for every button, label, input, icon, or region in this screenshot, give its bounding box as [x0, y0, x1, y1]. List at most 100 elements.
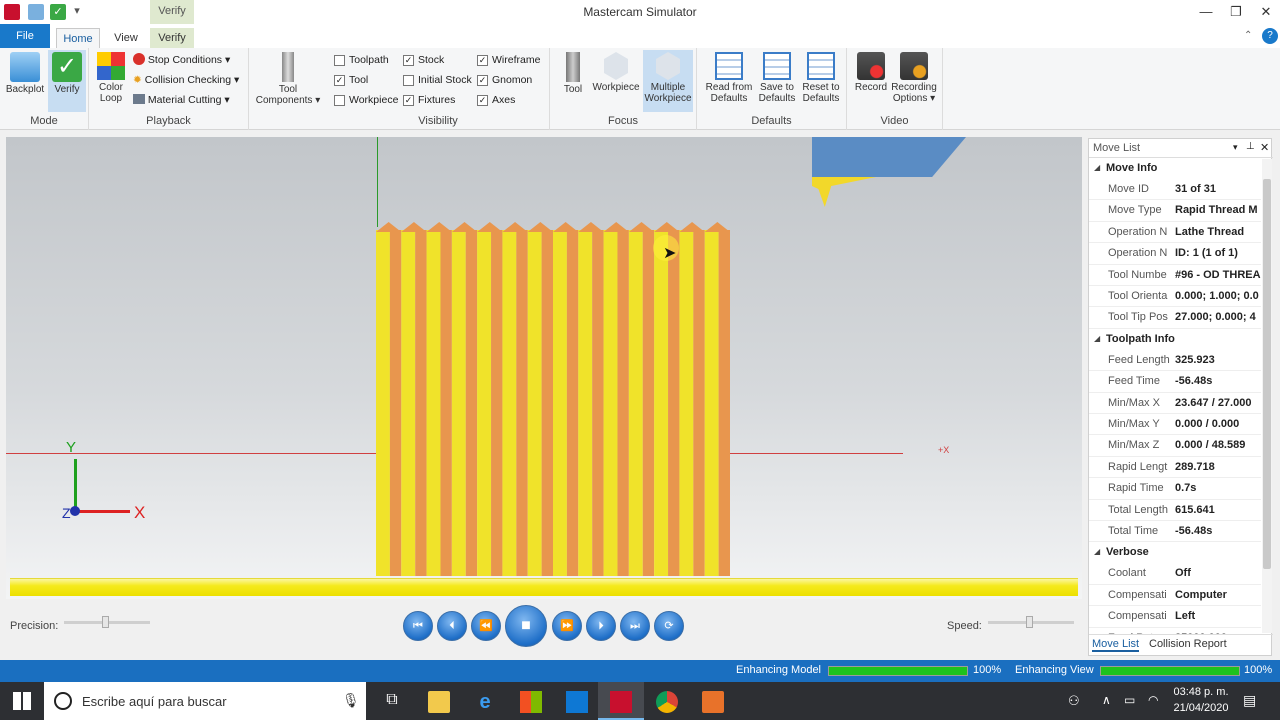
property-value: #96 - OD THREA — [1175, 268, 1261, 281]
windows-start-icon[interactable] — [13, 692, 31, 710]
panel-scrollbar-thumb[interactable] — [1263, 179, 1271, 569]
panel-menu-icon[interactable]: ▾ — [1233, 142, 1238, 153]
step-back-button[interactable]: ⏴ — [437, 611, 467, 641]
notifications-icon[interactable]: ▤ — [1243, 692, 1256, 709]
tab-move-list[interactable]: Move List — [1092, 638, 1140, 652]
help-icon[interactable]: ? — [1262, 28, 1278, 44]
move-list-body[interactable]: ◢ Move Info Move ID 31 of 31 Move Type Rapid … — [1089, 158, 1273, 634]
stop-button[interactable]: ■ — [505, 605, 547, 647]
property-row[interactable]: Operation N Lathe Thread — [1089, 222, 1261, 244]
precision-slider[interactable] — [64, 616, 150, 628]
skip-to-end-button[interactable]: ⏭ — [620, 611, 650, 641]
close-button[interactable]: ✕ — [1251, 0, 1280, 24]
clock-date[interactable]: 21/04/2020 — [1172, 702, 1230, 714]
step-forward-button[interactable]: ⏵ — [586, 611, 616, 641]
color-loop-button[interactable]: Color Loop — [93, 52, 129, 104]
mastercam-taskbar-button[interactable] — [598, 682, 644, 720]
tray-expand-icon[interactable]: ∧ — [1102, 693, 1111, 707]
tab-collision-report[interactable]: Collision Report — [1149, 638, 1227, 650]
taskbar-search-box[interactable]: Escribe aquí para buscar 🎙 — [44, 682, 366, 720]
focus-workpiece-button[interactable]: Workpiece — [592, 52, 640, 93]
people-icon[interactable]: ⚇ — [1068, 693, 1080, 709]
wifi-icon[interactable]: ◠ — [1148, 693, 1158, 707]
property-row[interactable]: Tool Numbe #96 - OD THREA — [1089, 265, 1261, 286]
property-row[interactable]: Feed Length 325.923 — [1089, 350, 1261, 372]
task-view-icon[interactable]: ⧉ — [381, 691, 403, 713]
tab-file[interactable]: File — [0, 24, 50, 48]
property-row[interactable]: Tool Orienta 0.000; 1.000; 0.0 — [1089, 286, 1261, 308]
property-key: Move Type — [1108, 204, 1162, 217]
play-button[interactable]: ⏩ — [552, 611, 582, 641]
skip-to-start-button[interactable]: ⏮ — [403, 611, 433, 641]
toolpath-checkbox[interactable] — [334, 55, 345, 66]
speed-slider[interactable] — [988, 616, 1074, 628]
chrome-icon[interactable] — [656, 691, 678, 713]
tool-checkbox[interactable]: ✓ — [334, 75, 345, 86]
pin-icon[interactable]: ⊥ — [1246, 141, 1255, 152]
property-row[interactable]: Rapid Time 0.7s — [1089, 478, 1261, 500]
clock-time[interactable]: 03:48 p. m. — [1172, 686, 1230, 698]
verbose-section-header[interactable]: ◢ Verbose — [1089, 542, 1261, 563]
tab-verify[interactable]: Verify — [150, 28, 194, 48]
simulation-viewport[interactable]: +X +Z ➤ Y X Z — [6, 137, 1082, 599]
property-row[interactable]: Compensati Computer — [1089, 585, 1261, 607]
tab-home[interactable]: Home — [56, 28, 100, 48]
toolpath-info-section-header[interactable]: ◢ Toolpath Info — [1089, 329, 1261, 350]
collapse-triangle-icon[interactable]: ◢ — [1094, 163, 1100, 172]
rewind-button[interactable]: ⏪ — [471, 611, 501, 641]
record-button[interactable]: Record — [851, 52, 891, 93]
read-from-defaults-button[interactable]: Read from Defaults — [703, 52, 755, 104]
panel-scrollbar[interactable] — [1262, 159, 1272, 633]
recording-options-button[interactable]: Recording Options ▾ — [889, 52, 939, 104]
multiple-workpiece-button[interactable]: Multiple Workpiece — [643, 50, 693, 112]
tool-components-button[interactable]: Tool Components ▾ — [253, 52, 323, 106]
workpiece-checkbox[interactable] — [334, 95, 345, 106]
backplot-button[interactable]: Backplot — [4, 52, 46, 95]
stop-conditions-button[interactable]: Stop Conditions ▾ — [133, 51, 230, 69]
wireframe-checkbox[interactable]: ✓ — [477, 55, 488, 66]
save-to-defaults-button[interactable]: Save to Defaults — [755, 52, 799, 104]
property-row[interactable]: Min/Max Z 0.000 / 48.589 — [1089, 435, 1261, 457]
property-row[interactable]: Compensati Left — [1089, 606, 1261, 628]
property-row[interactable]: Coolant Off — [1089, 563, 1261, 585]
file-explorer-icon[interactable] — [428, 691, 450, 713]
move-info-section-header[interactable]: ◢ Move Info — [1089, 158, 1261, 179]
property-value: 0.000; 1.000; 0.0 — [1175, 290, 1259, 302]
property-row[interactable]: Total Length 615.641 — [1089, 500, 1261, 521]
property-row[interactable]: Operation N ID: 1 (1 of 1) — [1089, 243, 1261, 265]
precision-slider-thumb[interactable] — [102, 616, 109, 628]
focus-tool-button[interactable]: Tool — [558, 52, 588, 95]
property-row[interactable]: Rapid Lengt 289.718 — [1089, 457, 1261, 479]
collision-checking-button[interactable]: ✹ Collision Checking ▾ — [133, 71, 239, 89]
stock-checkbox[interactable]: ✓ — [403, 55, 414, 66]
restore-button[interactable]: ❐ — [1221, 0, 1251, 24]
property-row[interactable]: Feed Time -56.48s — [1089, 371, 1261, 393]
property-row[interactable]: Move ID 31 of 31 — [1089, 179, 1261, 201]
app-orange-icon[interactable] — [702, 691, 724, 713]
gnomon-checkbox[interactable]: ✓ — [477, 75, 488, 86]
microsoft-store-icon[interactable] — [520, 691, 542, 713]
minimize-button[interactable]: — — [1191, 0, 1221, 24]
verify-button[interactable]: ✓ Verify — [48, 50, 86, 112]
close-panel-icon[interactable]: ✕ — [1260, 141, 1269, 154]
reset-to-defaults-button[interactable]: Reset to Defaults — [799, 52, 843, 104]
property-row[interactable]: Min/Max Y 0.000 / 0.000 — [1089, 414, 1261, 436]
collapse-ribbon-icon[interactable]: ⌃ — [1244, 30, 1252, 41]
property-row[interactable]: Total Time -56.48s — [1089, 521, 1261, 543]
edge-browser-icon[interactable]: e — [474, 691, 496, 713]
fixtures-checkbox[interactable]: ✓ — [403, 95, 414, 106]
property-row[interactable]: Move Type Rapid Thread M — [1089, 200, 1261, 222]
property-row[interactable]: Min/Max X 23.647 / 27.000 — [1089, 393, 1261, 414]
axes-checkbox[interactable]: ✓ — [477, 95, 488, 106]
material-cutting-button[interactable]: Material Cutting ▾ — [133, 91, 230, 109]
microphone-icon[interactable]: 🎙 — [342, 692, 360, 709]
battery-icon[interactable]: ▭ — [1124, 693, 1135, 707]
loop-button[interactable]: ⟳ — [654, 611, 684, 641]
collapse-triangle-icon[interactable]: ◢ — [1094, 547, 1100, 556]
speed-slider-thumb[interactable] — [1026, 616, 1033, 628]
collapse-triangle-icon[interactable]: ◢ — [1094, 334, 1100, 343]
property-row[interactable]: Tool Tip Pos 27.000; 0.000; 4 — [1089, 307, 1261, 329]
initial-stock-checkbox[interactable] — [403, 75, 414, 86]
mail-icon[interactable] — [566, 691, 588, 713]
tab-view[interactable]: View — [108, 28, 144, 48]
